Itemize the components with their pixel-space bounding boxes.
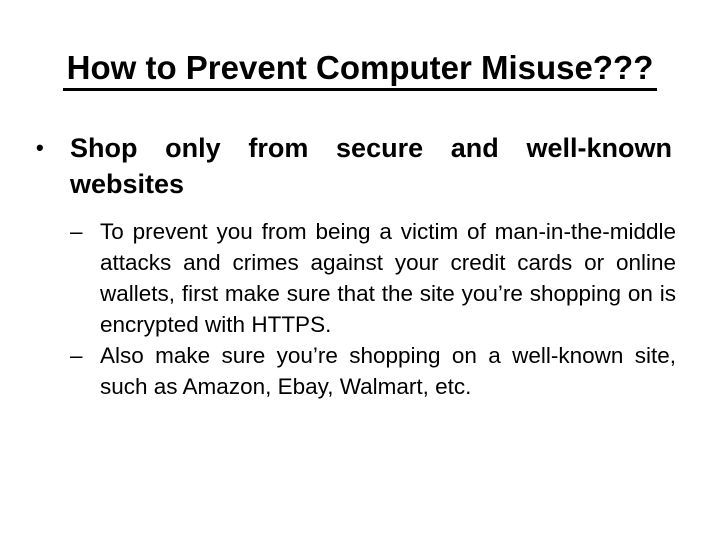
sub-bullet-list: – To prevent you from being a victim of …: [70, 216, 676, 402]
sub-bullet-text: Also make sure you’re shopping on a well…: [100, 343, 676, 399]
sub-bullet-item: – Also make sure you’re shopping on a we…: [70, 340, 676, 402]
dash-marker-icon: –: [70, 219, 83, 244]
bullet-marker-icon: •: [36, 135, 44, 160]
slide-title: How to Prevent Computer Misuse???: [0, 48, 720, 91]
sub-bullet-item: – To prevent you from being a victim of …: [70, 216, 676, 340]
dash-marker-icon: –: [70, 343, 83, 368]
slide-title-text: How to Prevent Computer Misuse???: [62, 48, 658, 91]
bullet-item: • Shop only from secure and well-known w…: [36, 130, 672, 202]
bullet-text: Shop only from secure and well-known web…: [70, 133, 672, 199]
slide: How to Prevent Computer Misuse??? • Shop…: [0, 0, 720, 540]
sub-bullet-text: To prevent you from being a victim of ma…: [100, 219, 676, 337]
